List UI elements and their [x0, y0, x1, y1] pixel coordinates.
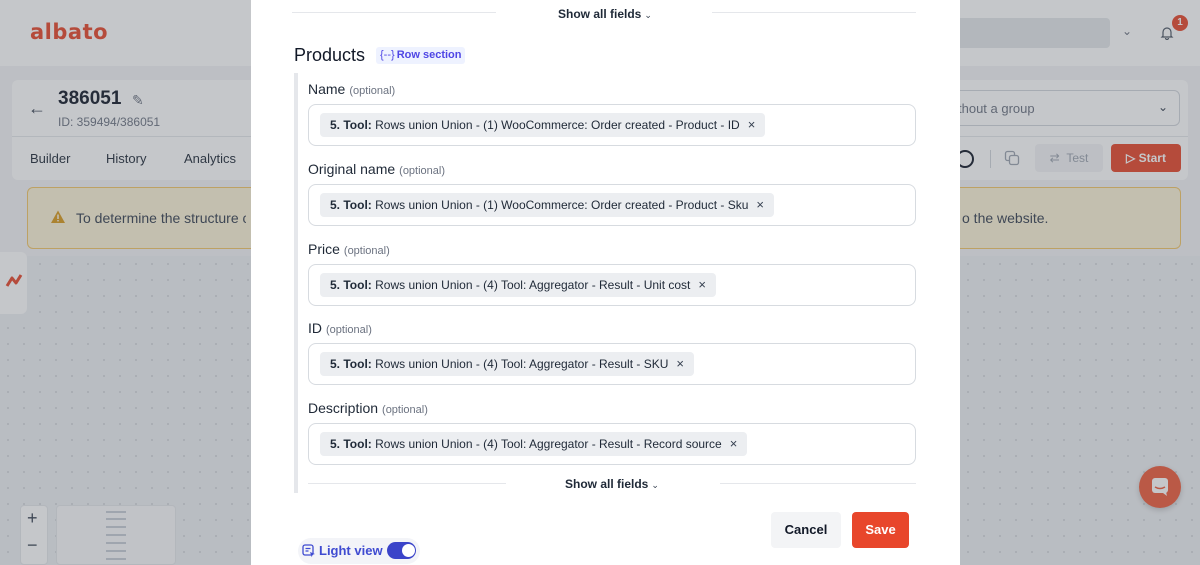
field-label-price: Price (optional): [308, 241, 390, 257]
chip-prefix: 5. Tool:: [330, 118, 372, 132]
optional-tag: (optional): [382, 404, 428, 416]
show-all-fields-button-bottom[interactable]: Show all fields ⌄: [565, 477, 659, 491]
chip-text: Rows union Union - (4) Tool: Aggregator …: [375, 278, 691, 292]
show-all-fields-button-top[interactable]: Show all fields ⌄: [558, 7, 652, 21]
field-input-price[interactable]: 5. Tool: Rows union Union - (4) Tool: Ag…: [308, 264, 916, 306]
field-input-id[interactable]: 5. Tool: Rows union Union - (4) Tool: Ag…: [308, 343, 916, 385]
mapped-value-chip[interactable]: 5. Tool: Rows union Union - (1) WooComme…: [320, 113, 766, 137]
row-section-label: Row section: [396, 49, 462, 61]
light-view-icon: [302, 544, 315, 558]
light-view-toggle-knob[interactable]: [402, 544, 415, 557]
chip-text: Rows union Union - (4) Tool: Aggregator …: [375, 357, 669, 371]
field-label-text: Price: [308, 241, 340, 257]
show-all-label: Show all fields: [558, 7, 642, 21]
close-icon[interactable]: ×: [748, 117, 756, 132]
mapped-value-chip[interactable]: 5. Tool: Rows union Union - (4) Tool: Ag…: [320, 432, 748, 456]
cancel-button[interactable]: Cancel: [771, 512, 841, 548]
field-label-id: ID (optional): [308, 320, 372, 336]
divider: [308, 483, 506, 484]
chip-prefix: 5. Tool:: [330, 198, 372, 212]
close-icon[interactable]: ×: [730, 436, 738, 451]
field-label-description: Description (optional): [308, 400, 428, 416]
field-label-text: Name: [308, 81, 346, 97]
section-title: Products: [294, 45, 366, 65]
brackets-icon: {--}: [380, 49, 395, 61]
close-icon[interactable]: ×: [698, 277, 706, 292]
field-label-text: ID: [308, 320, 322, 336]
chevron-down-icon: ⌄: [644, 10, 652, 20]
field-input-original-name[interactable]: 5. Tool: Rows union Union - (1) WooComme…: [308, 184, 916, 226]
optional-tag: (optional): [399, 165, 446, 177]
field-label-text: Description: [308, 400, 379, 416]
show-all-label: Show all fields: [565, 477, 649, 491]
chip-text: Rows union Union - (4) Tool: Aggregator …: [375, 437, 722, 451]
light-view-label: Light view: [319, 543, 383, 558]
save-button[interactable]: Save: [852, 512, 909, 548]
row-section-badge: {--} Row section: [376, 47, 466, 64]
field-input-description[interactable]: 5. Tool: Rows union Union - (4) Tool: Ag…: [308, 423, 916, 465]
mapped-value-chip[interactable]: 5. Tool: Rows union Union - (1) WooComme…: [320, 193, 774, 217]
chip-text: Rows union Union - (1) WooCommerce: Orde…: [375, 198, 749, 212]
chip-prefix: 5. Tool:: [330, 437, 372, 451]
divider: [720, 483, 916, 484]
mapped-value-chip[interactable]: 5. Tool: Rows union Union - (4) Tool: Ag…: [320, 273, 716, 297]
field-input-name[interactable]: 5. Tool: Rows union Union - (1) WooComme…: [308, 104, 916, 146]
field-label-original-name: Original name (optional): [308, 161, 445, 177]
mapped-value-chip[interactable]: 5. Tool: Rows union Union - (4) Tool: Ag…: [320, 352, 694, 376]
field-label-text: Original name: [308, 161, 396, 177]
divider: [712, 12, 916, 13]
chevron-down-icon: ⌄: [651, 480, 659, 490]
chip-prefix: 5. Tool:: [330, 278, 372, 292]
close-icon[interactable]: ×: [756, 197, 764, 212]
section-rail: [294, 73, 298, 493]
field-label-name: Name (optional): [308, 81, 395, 97]
chip-text: Rows union Union - (1) WooCommerce: Orde…: [375, 118, 740, 132]
optional-tag: (optional): [349, 85, 396, 97]
chip-prefix: 5. Tool:: [330, 357, 372, 371]
close-icon[interactable]: ×: [676, 356, 684, 371]
optional-tag: (optional): [326, 324, 372, 336]
divider: [292, 12, 496, 13]
optional-tag: (optional): [343, 245, 390, 257]
